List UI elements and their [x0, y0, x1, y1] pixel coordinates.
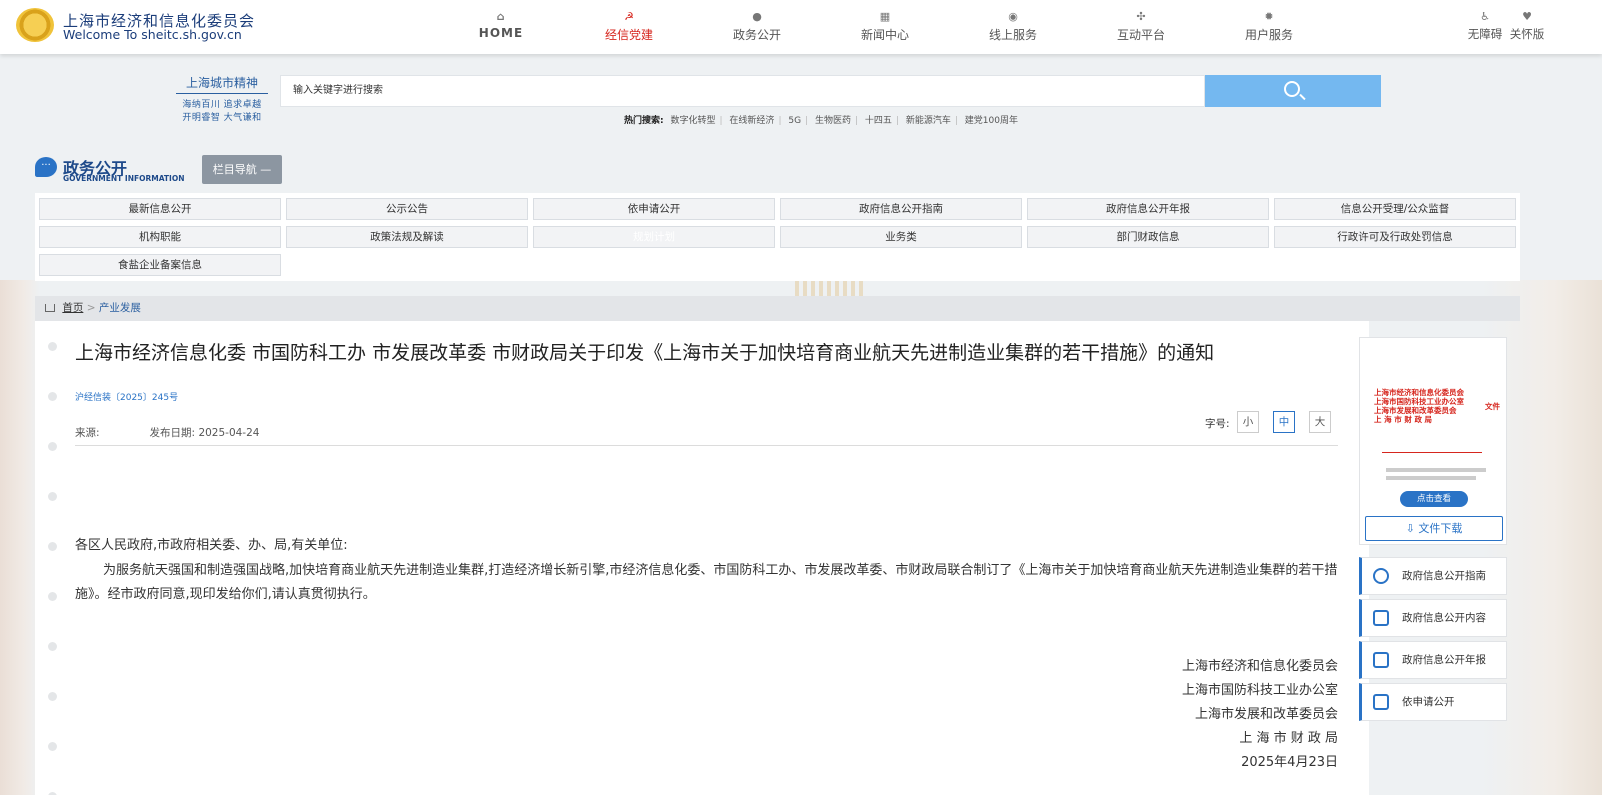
- menu-permits[interactable]: 行政许可及行政处罚信息: [1274, 226, 1516, 248]
- article-title: 上海市经济信息化委 市国防科工办 市发展改革委 市财政局关于印发《上海市关于加快…: [75, 342, 1215, 364]
- care-mode-link[interactable]: ♥ 关怀版: [1507, 8, 1547, 42]
- hot-term[interactable]: 在线新经济: [729, 116, 774, 126]
- file-download-button[interactable]: ⇩ 文件下载: [1365, 516, 1503, 541]
- breadcrumb: 首页 > 产业发展: [35, 296, 1520, 321]
- nav-party-building[interactable]: ☭ 经信党建: [584, 8, 674, 43]
- hot-term[interactable]: 数字化转型: [670, 116, 715, 126]
- home-icon: [45, 304, 55, 312]
- font-size-medium-button[interactable]: 中: [1273, 411, 1295, 433]
- news-icon: ▦: [879, 10, 891, 23]
- breadcrumb-current[interactable]: 产业发展: [99, 302, 141, 314]
- hot-search: 热门搜索: 数字化转型 | 在线新经济 | 5G | 生物医药 | 十四五 | 新能源汽车…: [624, 116, 1018, 126]
- home-icon: ⌂: [496, 10, 506, 23]
- apply-icon: [1373, 694, 1389, 710]
- document-number: 沪经信装〔2025〕245号: [75, 393, 179, 403]
- signature-line: 上海市经济和信息化委员会: [1181, 659, 1338, 674]
- menu-policies[interactable]: 政策法规及解读: [286, 226, 528, 248]
- timeline-dot: [48, 442, 57, 451]
- city-spirit: 上海城市精神 海纳百川 追求卓越 开明睿智 大气谦和: [176, 74, 268, 123]
- compass-icon: [1373, 568, 1389, 584]
- nav-interaction[interactable]: ✣ 互动平台: [1096, 8, 1186, 43]
- menu-latest[interactable]: 最新信息公开: [39, 198, 281, 220]
- hot-term[interactable]: 十四五: [865, 116, 892, 126]
- column-nav-button[interactable]: 栏目导航 —: [202, 155, 282, 184]
- divider: [75, 445, 1338, 446]
- background-decoration-left: [0, 280, 40, 795]
- background-decoration-top: [795, 280, 865, 296]
- timeline-dot: [48, 492, 57, 501]
- article-paragraph: 为服务航天强国和制造强国战略,加快培育商业航天先进制造业集群,打造经济增长新引擎…: [75, 563, 1338, 602]
- site-subtitle: Welcome To sheitc.sh.gov.cn: [63, 27, 242, 42]
- user-service-icon: ◉: [1008, 10, 1018, 23]
- timeline-dot: [48, 692, 57, 701]
- timeline-dot: [48, 542, 57, 551]
- nav-home[interactable]: ⌂ HOME: [456, 8, 546, 40]
- barrier-free-link[interactable]: ♿ 无障碍: [1465, 8, 1505, 42]
- chat-icon: ●: [752, 10, 762, 23]
- menu-salt[interactable]: 食盐企业备案信息: [39, 254, 281, 276]
- list-icon: [1373, 610, 1389, 626]
- article: 上海市经济信息化委 市国防科工办 市发展改革委 市财政局关于印发《上海市关于加快…: [35, 321, 1369, 795]
- font-size-label: 字号:: [1205, 418, 1230, 430]
- sidebar-link-annual-report[interactable]: 政府信息公开年报: [1359, 641, 1507, 679]
- site-header: 上海市经济和信息化委员会 Welcome To sheitc.sh.gov.cn…: [0, 0, 1602, 54]
- nav-user-service[interactable]: ✹ 用户服务: [1224, 8, 1314, 43]
- gov-info-icon: ···: [35, 157, 57, 177]
- timeline-dot: [48, 392, 57, 401]
- menu-finance[interactable]: 部门财政信息: [1027, 226, 1269, 248]
- party-icon: ☭: [624, 10, 634, 23]
- accessibility-icon: ♿: [1480, 10, 1490, 23]
- nav-gov-info[interactable]: ● 政务公开: [712, 8, 802, 43]
- signature-line: 上 海 市 财 政 局: [1239, 731, 1338, 746]
- publish-date: 2025-04-24: [198, 427, 260, 439]
- heart-icon: ♥: [1522, 10, 1532, 23]
- info-menu: 最新信息公开 公示公告 依申请公开 政府信息公开指南 政府信息公开年报 信息公开…: [35, 193, 1520, 281]
- nav-news[interactable]: ▦ 新闻中心: [840, 8, 930, 43]
- breadcrumb-home[interactable]: 首页: [62, 302, 83, 314]
- menu-supervision[interactable]: 信息公开受理/公众监督: [1274, 198, 1516, 220]
- hot-term[interactable]: 生物医药: [815, 116, 851, 126]
- signature-line: 上海市发展和改革委员会: [1194, 707, 1338, 722]
- article-meta: 来源: 发布日期: 2025-04-24: [75, 427, 260, 439]
- menu-apply-disclosure[interactable]: 依申请公开: [533, 198, 775, 220]
- nav-online-service[interactable]: ◉ 线上服务: [968, 8, 1058, 43]
- signature-date: 2025年4月23日: [1241, 755, 1338, 770]
- hot-term[interactable]: 新能源汽车: [906, 116, 951, 126]
- salutation: 各区人民政府,市政府相关委、办、局,有关单位:: [75, 538, 348, 553]
- font-size-small-button[interactable]: 小: [1237, 411, 1259, 433]
- menu-functions[interactable]: 机构职能: [39, 226, 281, 248]
- font-size-large-button[interactable]: 大: [1309, 411, 1331, 433]
- timeline-dot: [48, 342, 57, 351]
- timeline-dot: [48, 592, 57, 601]
- menu-business[interactable]: 业务类: [780, 226, 1022, 248]
- timeline-dot: [48, 642, 57, 651]
- search-icon: [1284, 81, 1300, 97]
- search-input[interactable]: 输入关键字进行搜索: [280, 75, 1205, 107]
- menu-guide[interactable]: 政府信息公开指南: [780, 198, 1022, 220]
- section-subtitle: GOVERNMENT INFORMATION: [63, 174, 185, 183]
- hot-term[interactable]: 5G: [788, 116, 801, 126]
- gear-icon: ✹: [1264, 10, 1274, 23]
- view-document-button[interactable]: 点击查看: [1400, 491, 1468, 507]
- timeline-dot: [48, 742, 57, 751]
- report-icon: [1373, 652, 1389, 668]
- sidebar-link-guide[interactable]: 政府信息公开指南: [1359, 557, 1507, 595]
- menu-annual-report[interactable]: 政府信息公开年报: [1027, 198, 1269, 220]
- site-logo[interactable]: [16, 8, 54, 42]
- menu-planning[interactable]: 规划计划: [533, 226, 775, 248]
- download-icon: ⇩: [1405, 522, 1415, 535]
- interact-icon: ✣: [1136, 10, 1146, 23]
- hot-term[interactable]: 建党100周年: [965, 116, 1018, 126]
- menu-notice[interactable]: 公示公告: [286, 198, 528, 220]
- sidebar-link-content[interactable]: 政府信息公开内容: [1359, 599, 1507, 637]
- document-preview-card: 上海市经济和信息化委员会 上海市国防科技工业办公室 上海市发展和改革委员会 上 …: [1359, 337, 1507, 545]
- search-button[interactable]: [1205, 75, 1381, 107]
- document-thumbnail[interactable]: 上海市经济和信息化委员会 上海市国防科技工业办公室 上海市发展和改革委员会 上 …: [1374, 388, 1500, 506]
- sidebar-link-apply[interactable]: 依申请公开: [1359, 683, 1507, 721]
- signature-line: 上海市国防科技工业办公室: [1181, 683, 1338, 698]
